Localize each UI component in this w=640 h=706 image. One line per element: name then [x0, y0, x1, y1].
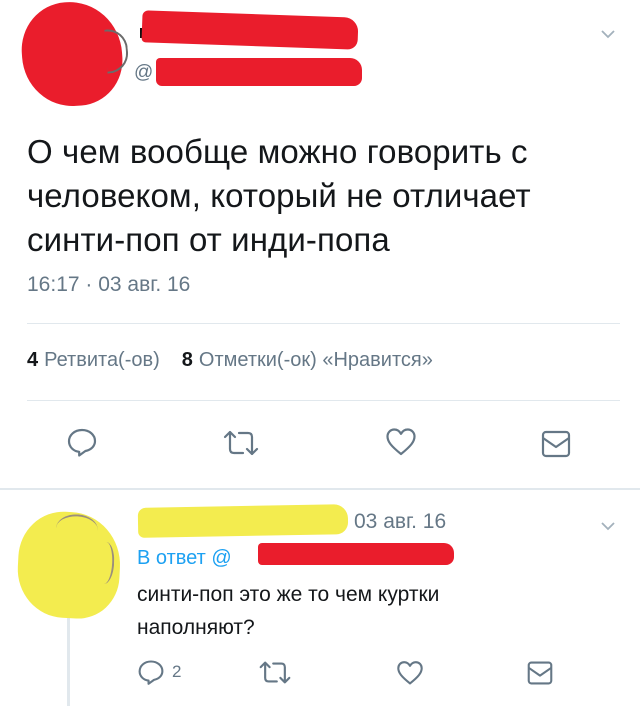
- avatar-edge: [104, 28, 130, 74]
- heart-icon: [386, 428, 416, 456]
- like-stat[interactable]: 8 Отметки(-ок) «Нравится»: [182, 349, 433, 372]
- reply-button[interactable]: [66, 426, 98, 458]
- tweet-text: О чем вообще можно говорить с человеком,…: [27, 133, 531, 258]
- heart-icon: [397, 661, 423, 685]
- reply-direct-message-button[interactable]: [526, 660, 554, 686]
- like-count: 8: [181, 349, 193, 371]
- retweet-icon: [223, 430, 259, 456]
- retweet-icon: [259, 661, 291, 684]
- reply-icon: [67, 428, 97, 457]
- like-label: Отметки(-ок) «Нравится»: [198, 349, 433, 371]
- like-button[interactable]: [385, 427, 417, 457]
- display-name-redaction: [141, 10, 359, 50]
- reply-like-button[interactable]: [396, 660, 424, 686]
- divider: [27, 400, 620, 401]
- direct-message-button[interactable]: [540, 429, 572, 459]
- chevron-down-icon[interactable]: [600, 26, 616, 42]
- thread-line: [67, 615, 70, 706]
- retweet-button[interactable]: [222, 428, 260, 458]
- handle-redaction: [156, 58, 362, 86]
- reply-to-label[interactable]: В ответ @: [137, 547, 232, 570]
- reply-chevron-down-icon[interactable]: [600, 518, 616, 534]
- tweet-timestamp[interactable]: 16:17 · 03 авг. 16: [27, 273, 190, 297]
- reply-to-redaction: [258, 543, 454, 565]
- main-tweet: @ О чем вообще можно говорить с человеко…: [0, 0, 640, 488]
- retweet-label: Ретвита(-ов): [44, 349, 160, 371]
- tweet-separator: [0, 488, 640, 490]
- reply-text: синти-поп это же то чем куртки наполняют…: [137, 583, 440, 639]
- reply-retweet-button[interactable]: [258, 659, 292, 686]
- avatar-edge: [55, 513, 99, 546]
- reply-reply-button[interactable]: 2: [137, 658, 181, 686]
- retweet-stat[interactable]: 4 Ретвита(-ов): [27, 349, 160, 372]
- reply-timestamp[interactable]: 03 авг. 16: [354, 510, 446, 534]
- avatar[interactable]: [18, 0, 130, 110]
- reply-name-redaction: [137, 504, 349, 538]
- retweet-count: 4: [27, 349, 39, 371]
- avatar-edge: [95, 541, 116, 585]
- reply-icon: [138, 660, 164, 685]
- reply-avatar[interactable]: [15, 509, 123, 621]
- handle-at-sign: @: [134, 62, 154, 83]
- tweet-stats: 4 Ретвита(-ов) 8 Отметки(-ок) «Нравится»: [27, 349, 433, 372]
- divider: [27, 323, 620, 324]
- message-icon: [541, 430, 571, 458]
- reply-count: 2: [172, 662, 182, 681]
- message-icon: [527, 661, 553, 685]
